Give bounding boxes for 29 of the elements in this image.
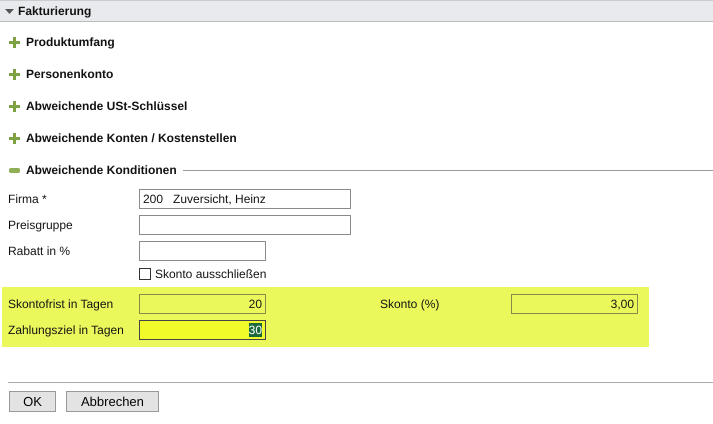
caret-icon[interactable]: [5, 8, 14, 14]
plus-icon[interactable]: [9, 36, 20, 48]
cancel-button[interactable]: Abbrechen: [66, 391, 159, 412]
input-field[interactable]: 20: [139, 294, 266, 314]
checkbox-label[interactable]: Skonto ausschließen: [155, 267, 266, 281]
panel-title: Fakturierung: [18, 4, 92, 18]
checkbox[interactable]: [139, 268, 151, 280]
section-title[interactable]: Abweichende USt-Schlüssel: [26, 99, 188, 113]
section-title[interactable]: Produktumfang: [26, 35, 115, 49]
field-label: Zahlungsziel in Tagen: [7, 323, 125, 337]
input-field[interactable]: 30: [139, 320, 266, 340]
section-title[interactable]: Personenkonto: [26, 67, 114, 81]
ok-button[interactable]: OK: [9, 391, 56, 412]
input-field[interactable]: [139, 241, 266, 261]
input-field[interactable]: [139, 215, 351, 235]
plus-icon[interactable]: [9, 68, 20, 80]
section-title[interactable]: Abweichende Konditionen: [26, 163, 177, 177]
panel-header[interactable]: Fakturierung: [0, 0, 713, 22]
input-field[interactable]: 200 Zuversicht, Heinz: [139, 189, 351, 209]
field-label: Preisgruppe: [7, 218, 74, 232]
minus-icon[interactable]: [9, 168, 20, 172]
input-field[interactable]: 3,00: [511, 294, 638, 314]
field-label: Skonto (%): [379, 297, 440, 311]
field-label: Rabatt in %: [7, 244, 72, 258]
plus-icon[interactable]: [9, 132, 20, 144]
section-title[interactable]: Abweichende Konten / Kostenstellen: [26, 131, 237, 145]
field-label: Firma *: [7, 192, 48, 206]
field-label: Skontofrist in Tagen: [7, 297, 114, 311]
plus-icon[interactable]: [9, 100, 20, 112]
